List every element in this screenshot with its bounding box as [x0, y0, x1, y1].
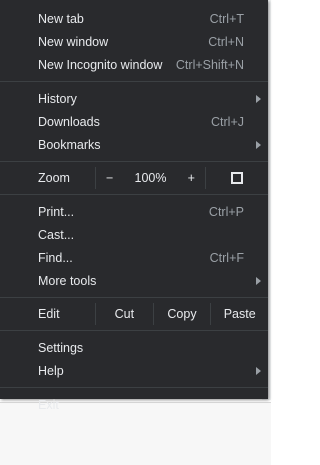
menu-item-cast[interactable]: Cast... [0, 223, 268, 246]
submenu-arrow-icon [256, 94, 261, 103]
menu-separator [0, 161, 268, 162]
menu-separator [0, 81, 268, 82]
edit-label: Edit [38, 307, 60, 321]
fullscreen-button[interactable] [205, 167, 268, 189]
menu-item-label: History [38, 91, 77, 106]
zoom-out-button[interactable]: − [106, 171, 113, 185]
menu-item-shortcut: Ctrl+Shift+N [175, 57, 244, 72]
menu-item-label: Cast... [38, 227, 75, 242]
menu-item-label: Print... [38, 204, 75, 219]
menu-item-history[interactable]: History [0, 87, 268, 110]
menu-item-label: New window [38, 34, 109, 49]
fullscreen-icon [231, 172, 243, 184]
menu-item-shortcut: Ctrl+F [209, 250, 244, 265]
menu-item-shortcut: Ctrl+N [208, 34, 244, 49]
submenu-arrow-icon [256, 140, 261, 149]
menu-item-label: More tools [38, 273, 97, 288]
zoom-in-button[interactable]: + [188, 171, 195, 185]
paste-button[interactable]: Paste [210, 303, 268, 325]
browser-main-menu: New tab Ctrl+T New window Ctrl+N New Inc… [0, 0, 268, 412]
menu-separator [0, 330, 268, 331]
menu-item-print[interactable]: Print... Ctrl+P [0, 200, 268, 223]
menu-item-label: New Incognito window [38, 57, 163, 72]
cut-button[interactable]: Cut [95, 303, 153, 325]
menu-item-label: Help [38, 363, 64, 378]
menu-item-label: Settings [38, 340, 84, 355]
edit-row: Edit Cut Copy Paste [0, 303, 268, 325]
menu-item-new-window[interactable]: New window Ctrl+N [0, 30, 268, 53]
zoom-level: 100% [134, 171, 167, 185]
menu-item-shortcut: Ctrl+P [208, 204, 244, 219]
menu-item-help[interactable]: Help [0, 359, 268, 382]
menu-separator [0, 387, 268, 388]
menu-item-exit[interactable]: Exit [0, 393, 268, 416]
menu-item-shortcut: Ctrl+T [209, 11, 244, 26]
zoom-controls: − 100% + [95, 167, 205, 189]
menu-separator [0, 297, 268, 298]
copy-button[interactable]: Copy [152, 303, 211, 325]
menu-item-shortcut: Ctrl+J [211, 114, 244, 129]
menu-item-bookmarks[interactable]: Bookmarks [0, 133, 268, 156]
zoom-label: Zoom [38, 171, 70, 185]
menu-separator [0, 194, 268, 195]
menu-item-new-incognito-window[interactable]: New Incognito window Ctrl+Shift+N [0, 53, 268, 76]
menu-item-find[interactable]: Find... Ctrl+F [0, 246, 268, 269]
menu-item-downloads[interactable]: Downloads Ctrl+J [0, 110, 268, 133]
menu-item-settings[interactable]: Settings [0, 336, 268, 359]
menu-item-label: New tab [38, 11, 84, 26]
menu-item-label: Bookmarks [38, 137, 101, 152]
menu-item-label: Exit [38, 397, 59, 412]
menu-item-new-tab[interactable]: New tab Ctrl+T [0, 7, 268, 30]
zoom-row: Zoom − 100% + [0, 167, 268, 189]
submenu-arrow-icon [256, 366, 261, 375]
menu-item-label: Downloads [38, 114, 100, 129]
menu-item-label: Find... [38, 250, 73, 265]
menu-item-more-tools[interactable]: More tools [0, 269, 268, 292]
submenu-arrow-icon [256, 276, 261, 285]
